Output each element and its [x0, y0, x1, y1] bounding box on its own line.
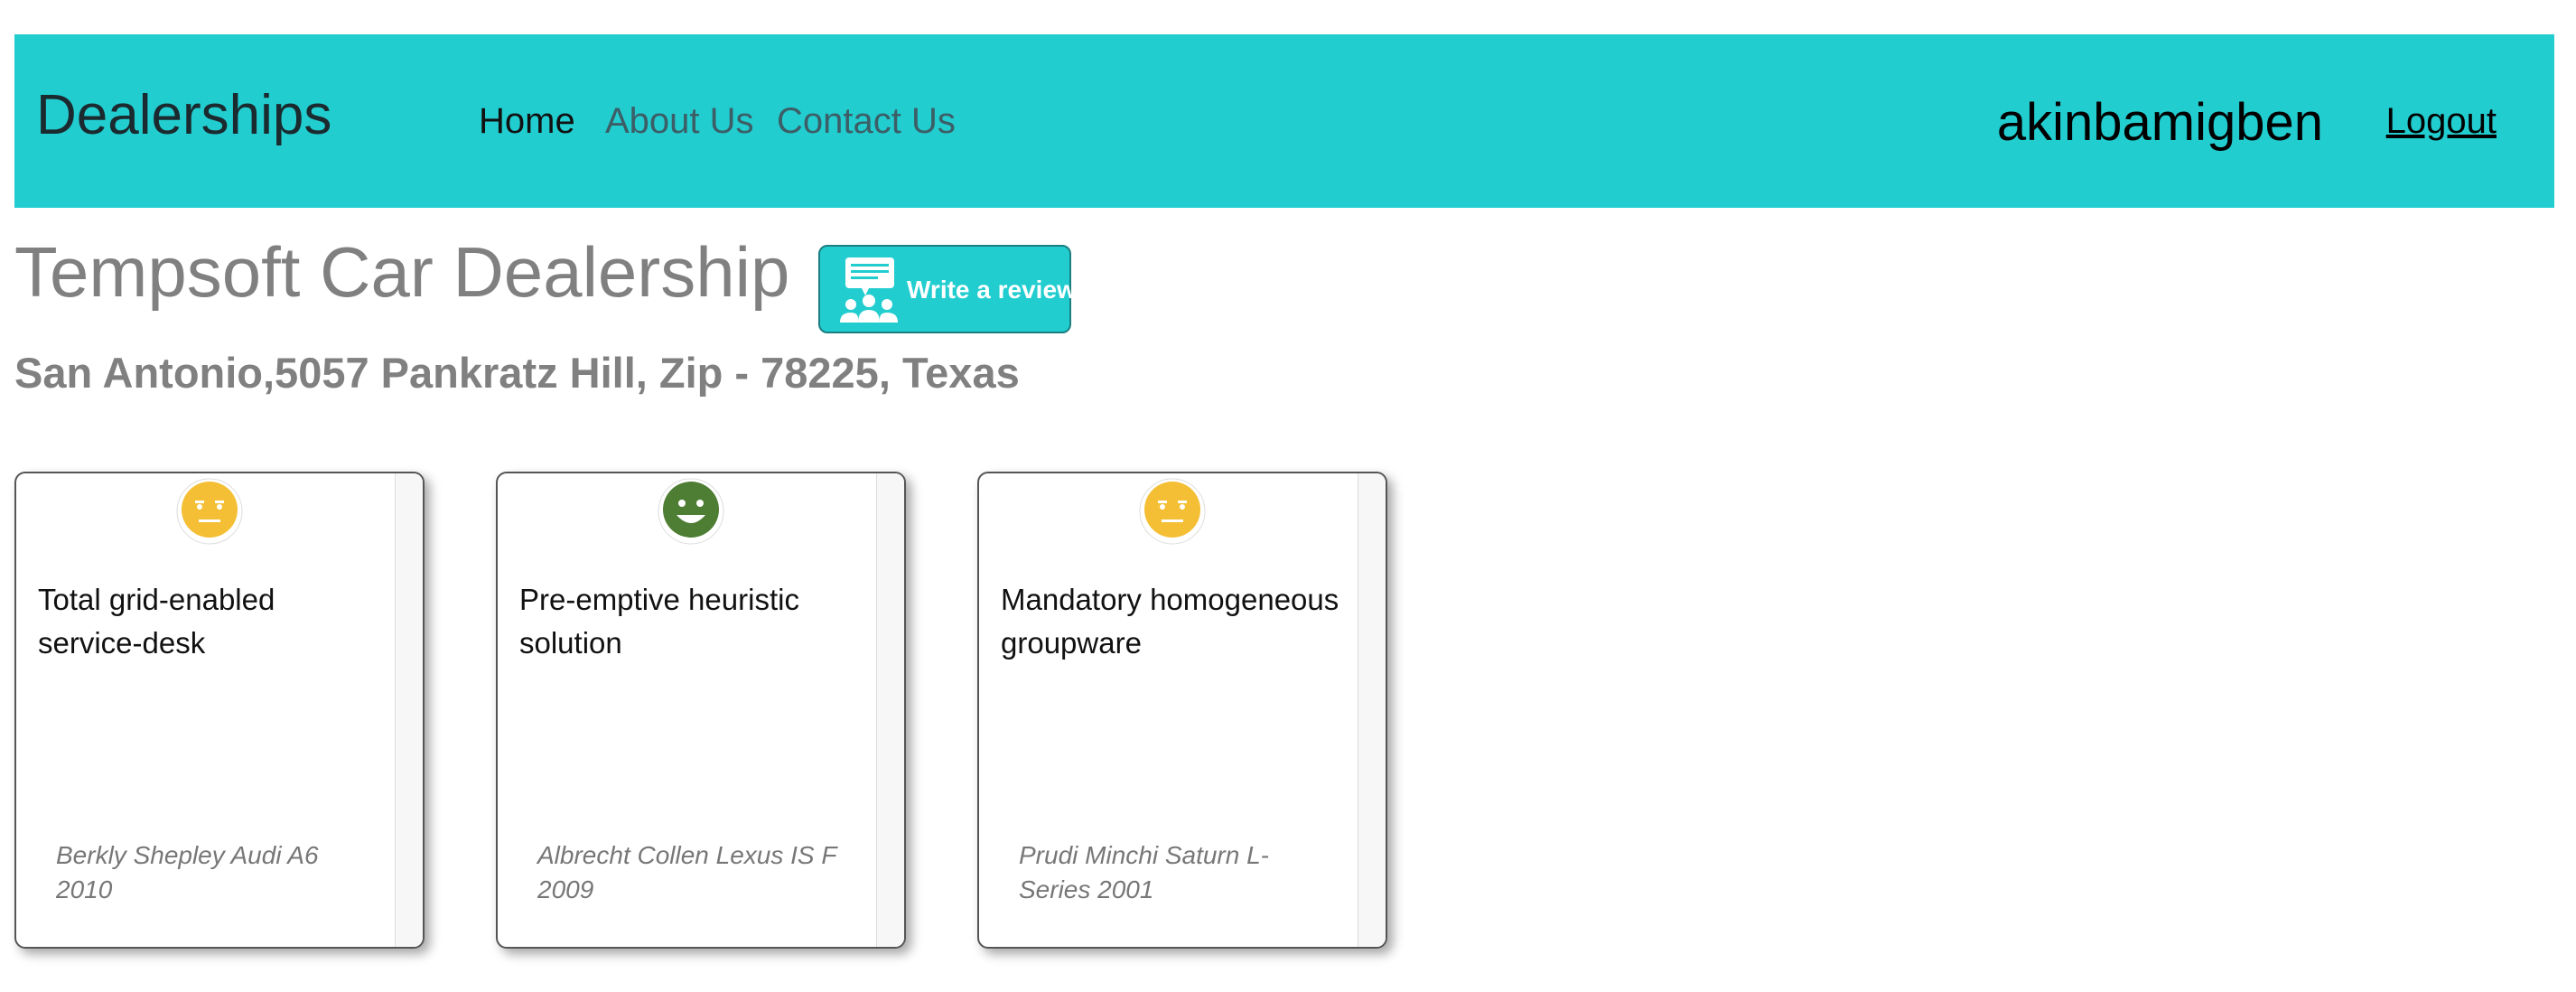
review-people-icon [840, 257, 898, 323]
review-card: Pre-emptive heuristic solution Albrecht … [496, 472, 906, 949]
username-label: akinbamigben [1996, 93, 2323, 152]
nav-contact-link[interactable]: Contact Us [777, 101, 956, 142]
card-scrollbar[interactable] [1358, 473, 1386, 947]
review-reviewer-car: Albrecht Collen Lexus IS F 2009 [537, 841, 836, 903]
card-scrollbar[interactable] [395, 473, 423, 947]
neutral-face-icon [1139, 478, 1206, 545]
review-reviewer-car: Berkly Shepley Audi A6 2010 [56, 841, 319, 903]
card-scrollbar[interactable] [876, 473, 904, 947]
happy-face-icon [658, 478, 724, 545]
write-review-button[interactable]: Write a review [818, 245, 1077, 333]
brand-logo[interactable]: Dealerships [36, 83, 331, 147]
review-text: Mandatory homogeneous groupware [1001, 583, 1339, 660]
write-review-label: Write a review [907, 276, 1077, 304]
review-card: Mandatory homogeneous groupware Prudi Mi… [977, 472, 1387, 949]
neutral-face-icon [176, 478, 243, 545]
nav-about-link[interactable]: About Us [605, 101, 754, 142]
review-text: Pre-emptive heuristic solution [519, 583, 799, 660]
review-reviewer-car: Prudi Minchi Saturn L-Series 2001 [1019, 841, 1270, 903]
dealer-title: Tempsoft Car Dealership [14, 232, 790, 312]
navbar: Dealerships Home About Us Contact Us aki… [14, 34, 2554, 208]
dealer-address: San Antonio,5057 Pankratz Hill, Zip - 78… [14, 349, 1020, 397]
logout-link[interactable]: Logout [2386, 101, 2497, 142]
review-card: Total grid-enabled service-desk Berkly S… [14, 472, 425, 949]
review-text: Total grid-enabled service-desk [38, 583, 275, 660]
nav-home-link[interactable]: Home [479, 101, 575, 142]
